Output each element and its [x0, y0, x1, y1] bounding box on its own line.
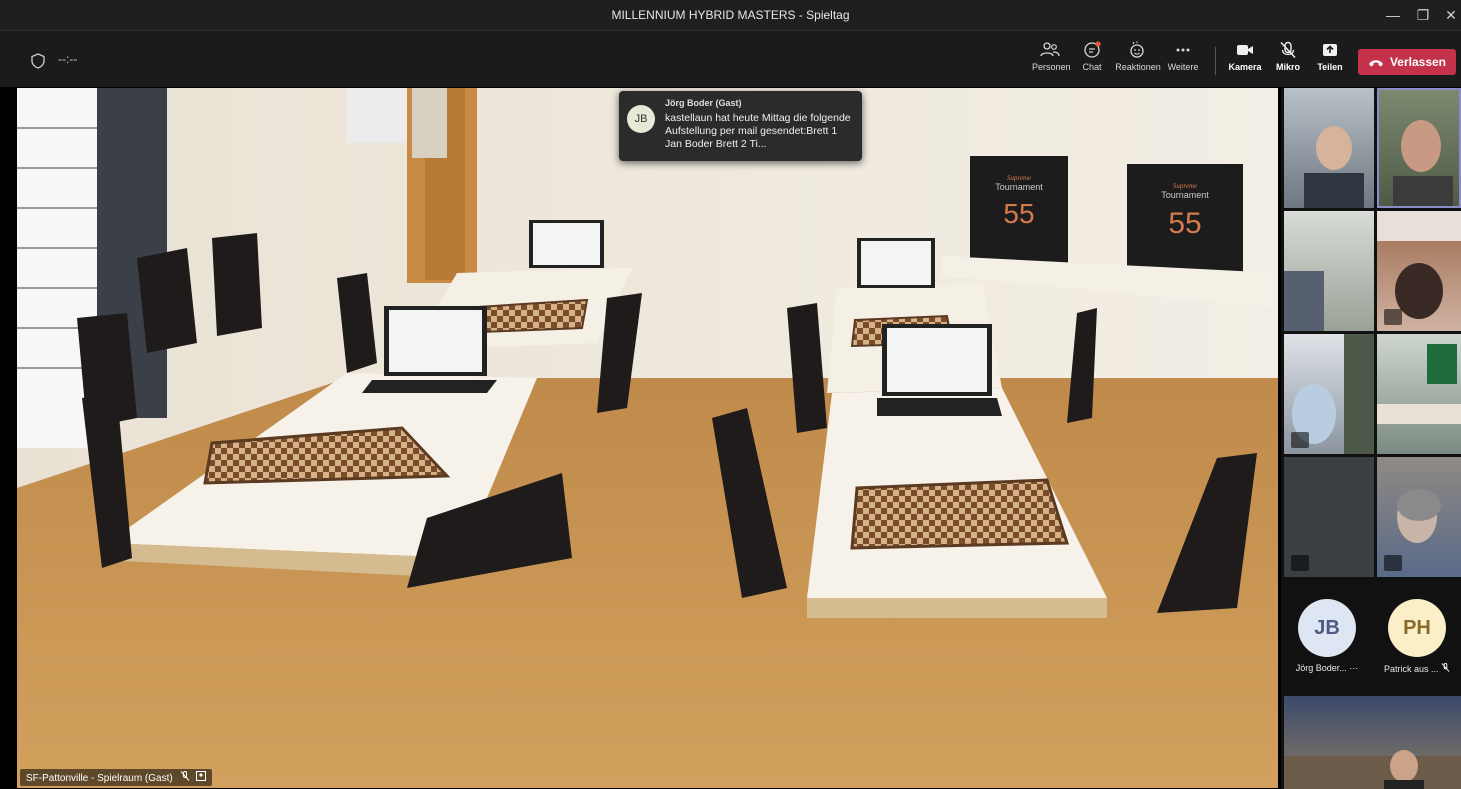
chat-icon: [1084, 41, 1101, 58]
participant-video-tile[interactable]: [1377, 211, 1461, 331]
mic-muted-icon: [1384, 309, 1402, 325]
svg-text:Supreme: Supreme: [1173, 182, 1197, 190]
mic-button[interactable]: Mikro: [1274, 41, 1302, 81]
participant-video-tile[interactable]: [1284, 211, 1374, 331]
participant-avatar: PH: [1388, 599, 1446, 657]
toast-message: kastellaun hat heute Mittag die folgende…: [665, 112, 851, 150]
meeting-timer: --:--: [58, 52, 78, 66]
participant-video-tile[interactable]: [1284, 88, 1374, 208]
svg-text:55: 55: [1003, 198, 1034, 229]
mic-muted-icon: [180, 771, 189, 781]
mic-muted-icon: [1291, 555, 1309, 571]
participant-video-tile[interactable]: [1284, 696, 1461, 789]
video-caption: SF-Pattonville - Spielraum (Gast): [20, 769, 213, 786]
participant-video-tile[interactable]: [1377, 88, 1461, 208]
participant-figure: [1284, 750, 1461, 789]
reactions-button[interactable]: Reaktionen: [1114, 41, 1162, 81]
participant-name: Patrick aus ...: [1383, 664, 1439, 674]
guest-badge-icon: [196, 771, 207, 781]
share-screen-icon: [1323, 44, 1337, 56]
tournament-box: Supreme Tournament 55: [970, 156, 1068, 264]
more-button[interactable]: Weitere: [1166, 41, 1200, 81]
window-title: MILLENNIUM HYBRID MASTERS - Spieltag: [611, 8, 850, 22]
participant-name: Jörg Boder...: [1295, 663, 1347, 673]
camera-icon: [1237, 45, 1253, 55]
participant-avatar-tile[interactable]: JB Jörg Boder... ···: [1283, 593, 1371, 693]
reaction-hand-icon: [1130, 41, 1144, 58]
participant-avatar-tile[interactable]: PH Patrick aus ...: [1373, 593, 1461, 693]
hangup-phone-icon: [1368, 60, 1383, 67]
participant-figure: [1393, 120, 1453, 208]
more-options-icon[interactable]: ···: [1349, 663, 1358, 673]
chess-room-scene: Supreme Tournament 55 Supreme Tournament…: [17, 88, 1278, 788]
shield-icon[interactable]: [30, 53, 46, 69]
title-bar: MILLENNIUM HYBRID MASTERS - Spieltag — ❐…: [0, 0, 1461, 30]
people-icon: [1040, 42, 1060, 57]
participant-figure: [1304, 126, 1364, 208]
leave-button[interactable]: Verlassen: [1358, 49, 1456, 75]
mic-muted-icon: [1280, 41, 1296, 59]
participant-video-tile[interactable]: [1377, 334, 1461, 454]
svg-text:Supreme: Supreme: [1007, 174, 1031, 182]
participant-figure: [1284, 271, 1324, 331]
toolbar-separator: [1215, 47, 1216, 75]
mic-muted-icon: [1441, 663, 1450, 672]
participant-gallery: JB Jörg Boder... ··· PH Patrick aus ...: [1281, 88, 1461, 789]
toast-sender: Jörg Boder (Gast): [665, 98, 742, 108]
mic-muted-icon: [1384, 555, 1402, 571]
tournament-box: Supreme Tournament 55: [1127, 164, 1243, 274]
minimize-icon[interactable]: —: [1378, 0, 1408, 30]
toast-avatar: JB: [627, 105, 655, 133]
mic-muted-icon: [1291, 432, 1309, 448]
camera-button[interactable]: Kamera: [1228, 41, 1262, 81]
participant-video-tile[interactable]: [1284, 334, 1374, 454]
meeting-toolbar: --:-- Personen Chat Reaktionen Weitere K…: [0, 30, 1461, 87]
share-button[interactable]: Teilen: [1316, 41, 1344, 81]
chat-notification-toast[interactable]: JB Jörg Boder (Gast) kastellaun hat heut…: [619, 91, 862, 161]
people-button[interactable]: Personen: [1032, 41, 1071, 81]
participant-video-tile[interactable]: [1284, 457, 1374, 577]
participant-video-tile[interactable]: [1377, 457, 1461, 577]
participant-figure: [1377, 344, 1461, 424]
main-video-feed[interactable]: Supreme Tournament 55 Supreme Tournament…: [17, 88, 1278, 788]
svg-text:Tournament: Tournament: [1161, 190, 1209, 200]
restore-icon[interactable]: ❐: [1408, 0, 1438, 30]
participant-avatar: JB: [1298, 599, 1356, 657]
chat-button[interactable]: Chat: [1078, 41, 1106, 81]
more-dots-icon: [1176, 48, 1190, 52]
svg-text:Tournament: Tournament: [995, 182, 1043, 192]
svg-text:55: 55: [1168, 207, 1201, 240]
close-icon[interactable]: ✕: [1436, 0, 1461, 30]
